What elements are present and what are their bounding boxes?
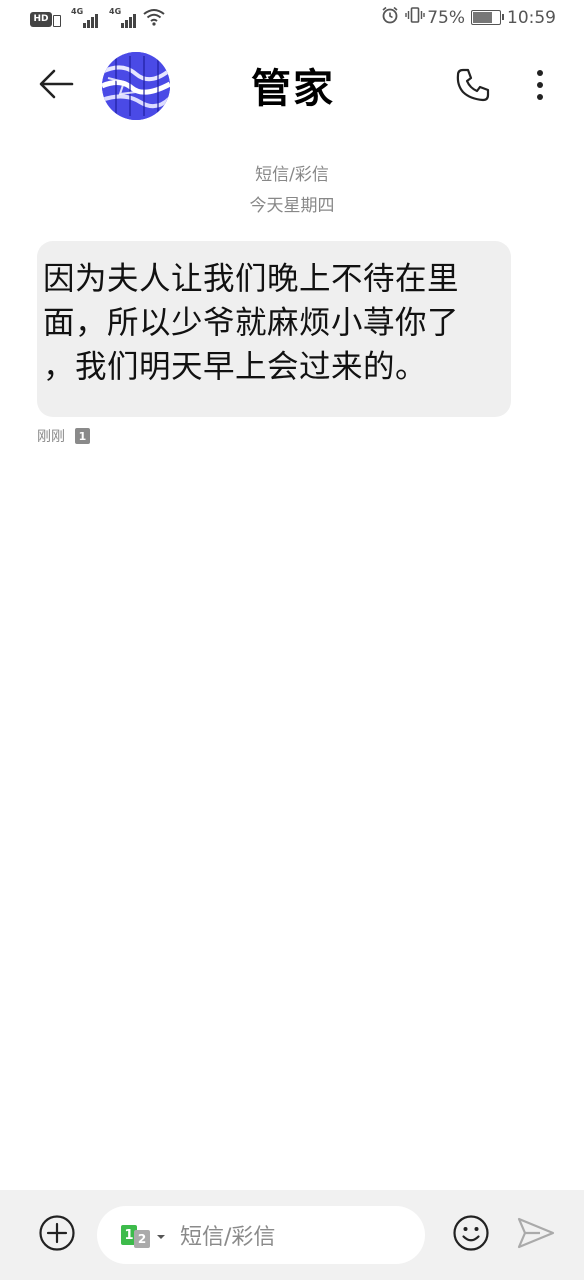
status-left: HD 4G 4G — [30, 7, 165, 30]
network-type-label-1: 4G — [71, 7, 84, 16]
contact-name: 管家 — [251, 66, 335, 112]
signal-bars-icon — [121, 14, 137, 28]
back-button[interactable] — [36, 66, 76, 106]
battery-icon — [471, 10, 504, 25]
contact-avatar[interactable] — [102, 52, 170, 120]
plus-circle-icon — [38, 1214, 76, 1256]
more-options-button[interactable] — [518, 64, 562, 110]
caret-down-icon — [156, 1226, 166, 1245]
battery-percent: 75% — [427, 7, 465, 28]
message-meta: 刚刚 1 — [37, 426, 90, 446]
arrow-left-icon — [38, 68, 74, 104]
conversation-header: 管家 — [0, 38, 584, 138]
battery-level-fill — [473, 12, 492, 23]
network-signal-1: 4G — [71, 7, 99, 28]
alarm-icon — [381, 6, 399, 29]
signal-bars-icon — [83, 14, 99, 28]
volte-icon — [53, 14, 61, 27]
incoming-message-bubble[interactable]: 因为夫人让我们晚上不待在里 面，所以少爷就麻烦小荨你了 ，我们明天早上会过来的。 — [37, 241, 511, 417]
message-input[interactable]: 1 2 短信/彩信 — [97, 1206, 425, 1264]
network-signal-2: 4G — [109, 7, 137, 28]
add-attachment-button[interactable] — [36, 1214, 78, 1256]
status-bar: HD 4G 4G 75% 10:59 — [0, 0, 584, 38]
sim-selector[interactable]: 1 2 — [121, 1222, 166, 1248]
phone-icon — [455, 67, 491, 107]
input-placeholder: 短信/彩信 — [180, 1225, 276, 1250]
network-type-label-2: 4G — [109, 7, 122, 16]
message-time: 刚刚 — [37, 429, 65, 445]
wifi-icon — [143, 8, 165, 30]
message-text: 因为夫人让我们晚上不待在里 面，所以少爷就麻烦小荨你了 ，我们明天早上会过来的。 — [43, 261, 460, 385]
vibrate-icon — [405, 6, 425, 29]
sim-card-badge: 1 — [75, 428, 90, 444]
send-icon — [516, 1216, 556, 1254]
message-type-label: 短信/彩信 — [255, 165, 329, 185]
sms-conversation-screen: HD 4G 4G 75% 10:59 管家 短信/彩信 今天星期四 因为夫人让我… — [0, 0, 584, 1280]
compose-bar: 1 2 短信/彩信 — [0, 1190, 584, 1280]
status-right: 75% 10:59 — [381, 6, 556, 29]
call-button[interactable] — [450, 64, 496, 110]
sim-2-icon: 2 — [134, 1230, 150, 1248]
date-separator: 今天星期四 — [249, 196, 335, 216]
send-button[interactable] — [514, 1214, 558, 1256]
more-vertical-icon — [535, 68, 545, 106]
status-time: 10:59 — [507, 7, 556, 28]
smiley-icon — [452, 1214, 490, 1256]
emoji-button[interactable] — [450, 1214, 492, 1256]
hd-icon: HD — [30, 11, 52, 27]
